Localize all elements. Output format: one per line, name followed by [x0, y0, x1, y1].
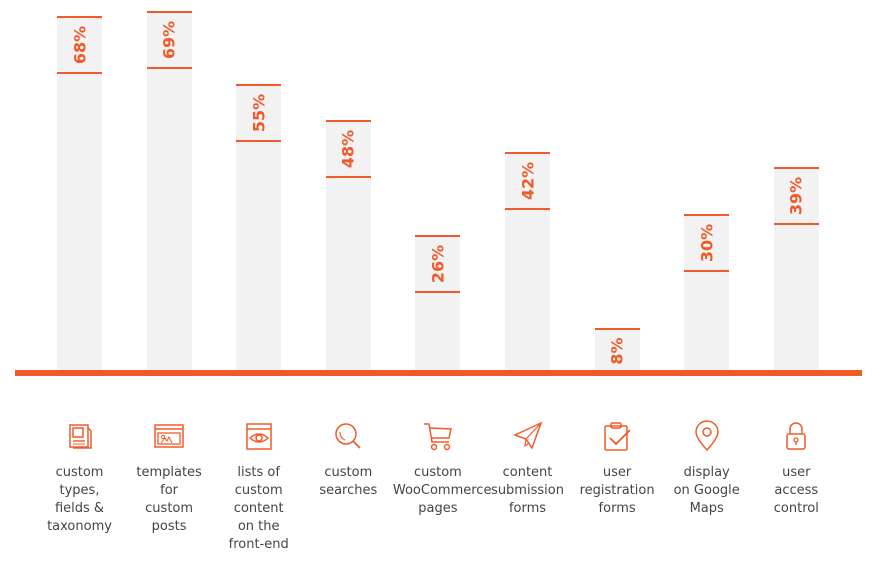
bar-top-line: [773, 167, 819, 170]
category-item: templates for custom posts: [124, 420, 214, 536]
category-label-line: access: [774, 483, 819, 498]
category-label-line: for: [160, 483, 179, 498]
category-item: lists of custom content on the front-end: [214, 420, 304, 554]
bar-label-divider: [773, 223, 819, 226]
bar-2: 69%: [146, 11, 192, 370]
category-label: user registration forms: [572, 464, 662, 518]
category-label: custom searches: [303, 464, 393, 500]
chart-baseline: [15, 370, 862, 376]
bar-label-divider: [325, 176, 371, 179]
category-label: custom types, fields & taxonomy: [35, 464, 125, 536]
category-label-line: taxonomy: [47, 519, 112, 534]
category-label-line: on Google: [673, 483, 740, 498]
bar-top-line: [236, 84, 282, 86]
category-item: user registration forms: [572, 420, 662, 518]
bar-top-line: [325, 120, 371, 123]
category-label-line: fields &: [54, 501, 105, 516]
category-label-line: registration: [579, 483, 655, 498]
bar-4: 48%: [325, 120, 371, 370]
category-label-line: user: [602, 465, 632, 480]
category-item: custom searches: [303, 420, 393, 500]
category-label-line: WooCommerce: [392, 483, 492, 498]
bar-1: 68%: [57, 16, 102, 370]
bar-7: 8%: [594, 328, 640, 370]
category-label-line: custom: [324, 465, 373, 480]
bar-value-label: 42%: [518, 161, 537, 200]
category-label-line: content: [233, 501, 284, 516]
bar-3: 55%: [236, 84, 282, 370]
bar-label-divider: [415, 290, 461, 293]
category-label-line: on the: [237, 519, 280, 534]
category-label: lists of custom content on the front-end: [214, 464, 304, 554]
bar-chart: 68% 69% 55% 48% 26% 42% 8% 30% 39%: [0, 0, 881, 380]
bar-value-label: 30%: [697, 223, 717, 263]
category-label-line: forms: [508, 501, 547, 516]
bar-value-label: 26%: [428, 244, 448, 283]
shopping-cart-icon: [393, 420, 483, 452]
bar-top-line: [57, 16, 102, 19]
category-label: content submission forms: [483, 464, 573, 518]
category-label-line: control: [773, 501, 819, 516]
bar-5: 26%: [415, 234, 461, 370]
bar-6: 42%: [505, 151, 550, 370]
bar-label-divider: [684, 270, 730, 272]
map-pin-icon: [662, 420, 752, 452]
document-icon: [35, 420, 125, 452]
category-item: custom WooCommerce pages: [392, 420, 492, 518]
paper-plane-icon: [483, 420, 573, 452]
category-label-line: Maps: [689, 501, 724, 516]
category-label: display on Google Maps: [662, 464, 752, 518]
category-label: custom WooCommerce pages: [392, 464, 492, 518]
category-label-line: display: [683, 465, 730, 480]
bar-label-divider: [236, 140, 282, 142]
view-eye-icon: [214, 420, 304, 452]
clipboard-check-icon: [572, 420, 662, 452]
bar-value-label: 55%: [249, 93, 269, 133]
category-label-line: custom: [145, 501, 194, 516]
category-label-line: posts: [151, 519, 187, 534]
category-label-line: content: [502, 465, 553, 480]
bar-value-label: 48%: [338, 130, 358, 169]
category-item: user access control: [751, 420, 841, 518]
bar-label-divider: [146, 67, 192, 70]
bar-value-label: 8%: [607, 337, 627, 365]
bar-label-divider: [57, 72, 102, 75]
bar-top-line: [594, 328, 640, 331]
category-label-line: lists of: [237, 465, 280, 480]
category-item: display on Google Maps: [662, 420, 752, 518]
bar-9: 39%: [773, 167, 819, 370]
category-label: templates for custom posts: [124, 464, 214, 536]
category-label-line: types,: [59, 483, 100, 498]
bar-top-line: [146, 11, 192, 14]
category-label-line: templates: [136, 465, 202, 480]
template-image-icon: [124, 420, 214, 452]
search-icon: [303, 420, 393, 452]
category-label-line: custom: [55, 465, 104, 480]
category-label-line: submission: [491, 483, 564, 498]
bar-top-line: [415, 234, 461, 237]
category-label-line: user: [782, 465, 811, 480]
bar-value-label: 68%: [70, 26, 89, 65]
category-label-line: pages: [418, 501, 458, 516]
category-label-line: custom: [413, 465, 462, 480]
bar-8: 30%: [684, 214, 730, 370]
category-item: custom types, fields & taxonomy: [35, 420, 125, 536]
category-item: content submission forms: [483, 420, 573, 518]
category-label-line: custom: [234, 483, 283, 498]
bar-top-line: [505, 151, 550, 154]
category-label-line: searches: [319, 483, 378, 498]
category-label-line: front-end: [228, 537, 289, 552]
bar-value-label: 39%: [786, 177, 806, 216]
bar-value-label: 69%: [159, 21, 179, 60]
bar-label-divider: [505, 207, 550, 210]
bar-top-line: [684, 214, 730, 216]
category-label-line: forms: [598, 501, 636, 516]
lock-icon: [751, 420, 841, 452]
category-label: user access control: [751, 464, 841, 518]
